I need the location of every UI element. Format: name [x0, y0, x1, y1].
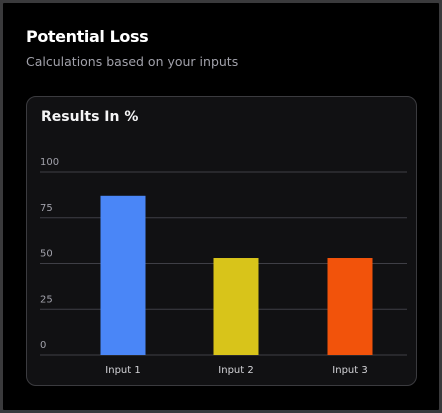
results-card: Results In % 100 75 50 25 0 Input 1 Input 2 Inp… [26, 96, 417, 386]
bar-input-1[interactable] [100, 195, 146, 355]
y-tick-label: 50 [40, 249, 53, 260]
page-subtitle: Calculations based on your inputs [26, 54, 239, 69]
app-frame: Potential Loss Calculations based on you… [0, 0, 442, 413]
bar-input-2[interactable] [213, 258, 259, 355]
x-category-label: Input 1 [105, 365, 140, 376]
results-bar-chart: 100 75 50 25 0 Input 1 Input 2 Input 3 [40, 157, 407, 376]
x-category-label: Input 2 [218, 365, 253, 376]
y-tick-label: 0 [40, 340, 46, 351]
page-title: Potential Loss [26, 27, 149, 46]
x-category-label: Input 3 [332, 365, 367, 376]
bar-input-3[interactable] [327, 258, 373, 355]
y-tick-label: 100 [40, 157, 59, 168]
y-tick-label: 25 [40, 294, 53, 305]
y-tick-label: 75 [40, 203, 53, 214]
